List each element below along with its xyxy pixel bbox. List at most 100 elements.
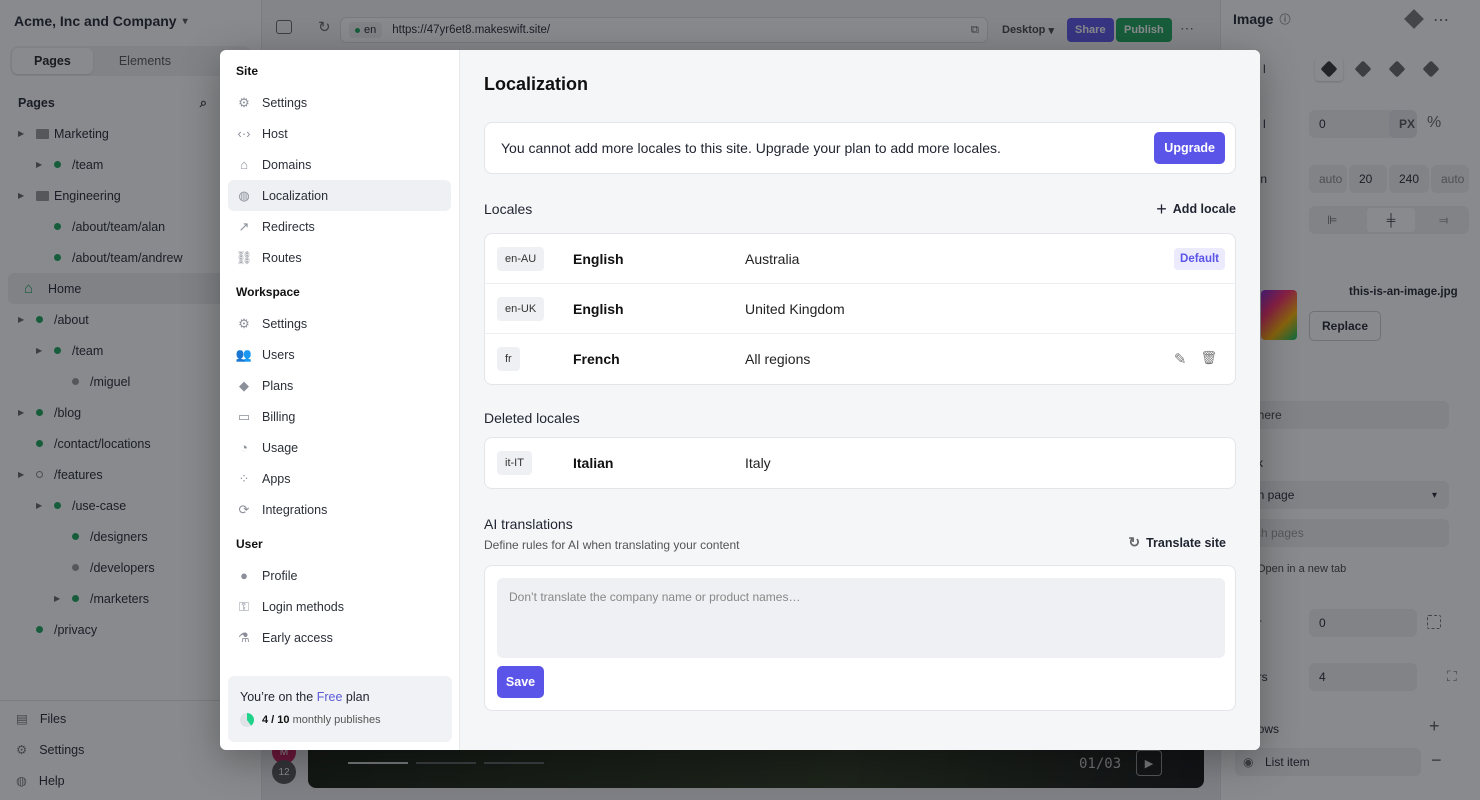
locale-row[interactable]: it-IT Italian Italy	[485, 438, 1235, 488]
nav-item-label: Integrations	[262, 502, 328, 517]
nav-item-localization[interactable]: ◍ Localization	[228, 180, 451, 211]
plan-prefix: You’re on the	[240, 690, 314, 704]
trash-icon[interactable]: 🗑	[1200, 350, 1217, 368]
default-badge: Default	[1174, 247, 1225, 270]
apps-grid-icon: ⁘	[238, 470, 250, 486]
nav-section-workspace: Workspace	[236, 285, 300, 299]
ai-subtitle: Define rules for AI when translating you…	[484, 538, 740, 552]
user-items: ● Profile ⚿ Login methods ⚗ Early access	[228, 560, 451, 653]
app-root: Acme, Inc and Company ▾ Pages Elements D…	[0, 0, 1480, 800]
flask-icon: ⚗	[238, 629, 250, 645]
notice-text: You cannot add more locales to this site…	[501, 140, 1001, 156]
usage-pie-icon	[240, 713, 254, 727]
locale-code: en-AU	[497, 246, 545, 271]
ai-heading: AI translations	[484, 516, 573, 532]
publishes-used: 4 / 10	[262, 714, 290, 726]
nav-item-early-access[interactable]: ⚗ Early access	[228, 622, 451, 653]
page-title: Localization	[484, 74, 589, 94]
nav-item-label: Users	[262, 347, 295, 362]
gear-icon: ⚙	[238, 94, 250, 110]
nav-item-label: Plans	[262, 378, 294, 393]
plan-link[interactable]: Free	[317, 690, 343, 704]
nav-item-integrations[interactable]: ⟳ Integrations	[228, 494, 451, 525]
nav-item-profile[interactable]: ● Profile	[228, 560, 451, 591]
nav-item-plans[interactable]: ◆ Plans	[228, 370, 451, 401]
deleted-locales-heading: Deleted locales	[484, 410, 580, 426]
site-items: ⚙ Settings ‹·› Host ⌂ Domains ◍ Localization ↗ Re…	[228, 87, 451, 273]
plan-suffix: plan	[345, 690, 370, 704]
nav-item-settings[interactable]: ⚙ Settings	[228, 308, 451, 339]
nav-item-label: Domains	[262, 157, 312, 172]
nav-item-label: Settings	[262, 316, 308, 331]
nav-item-label: Routes	[262, 250, 302, 265]
code-icon: ‹·›	[237, 126, 251, 141]
locale-code: it-IT	[497, 451, 532, 475]
ai-rules-textarea[interactable]: Don’t translate the company name or prod…	[497, 578, 1225, 658]
locale-region: Italy	[745, 455, 771, 471]
nav-item-domains[interactable]: ⌂ Domains	[228, 149, 451, 180]
locale-language: Italian	[573, 455, 614, 471]
upgrade-notice: You cannot add more locales to this site…	[484, 122, 1236, 174]
nav-section-user: User	[236, 537, 263, 551]
nav-item-apps[interactable]: ⁘ Apps	[228, 463, 451, 494]
nav-item-label: Early access	[262, 630, 333, 645]
locale-row[interactable]: en-AU English Australia Default	[485, 234, 1235, 284]
gear-icon: ⚙	[238, 315, 250, 331]
nav-item-label: Login methods	[262, 599, 345, 614]
key-icon: ⚿	[239, 598, 249, 614]
users-icon: 👥	[235, 346, 253, 362]
globe-icon: ◍	[238, 187, 250, 203]
sparkle-refresh-icon: ↻	[1128, 534, 1141, 550]
plus-icon: +	[1156, 199, 1167, 219]
workspace-items: ⚙ Settings 👥 Users ◆ Plans ▭ Billing ◔ Usage ⁘ Apps…	[228, 308, 451, 525]
nav-item-login-methods[interactable]: ⚿ Login methods	[228, 591, 451, 622]
nav-item-users[interactable]: 👥 Users	[228, 339, 451, 370]
translate-site-button[interactable]: ↻ Translate site	[1128, 534, 1226, 551]
nav-item-routes[interactable]: ⛓ Routes	[228, 242, 451, 273]
nav-item-label: Host	[262, 126, 288, 141]
house-icon: ⌂	[240, 157, 248, 172]
sync-icon: ⟳	[238, 501, 250, 517]
locale-code: en-UK	[497, 296, 545, 321]
nav-item-label: Profile	[262, 568, 298, 583]
arrow-up-right-icon: ↗	[238, 218, 250, 234]
upgrade-button[interactable]: Upgrade	[1154, 132, 1225, 164]
nav-item-host[interactable]: ‹·› Host	[228, 118, 451, 149]
locale-row[interactable]: fr French All regions ✎ 🗑	[485, 334, 1235, 384]
nav-item-label: Localization	[262, 188, 329, 203]
nav-item-usage[interactable]: ◔ Usage	[228, 432, 451, 463]
plan-card: You’re on the Free plan 4 / 10 monthly p…	[228, 676, 452, 742]
locale-language: English	[573, 250, 624, 267]
nav-item-settings[interactable]: ⚙ Settings	[228, 87, 451, 118]
user-icon: ●	[240, 568, 248, 583]
locale-language: English	[573, 300, 624, 317]
nav-item-label: Redirects	[262, 219, 315, 234]
publishes-line: 4 / 10 monthly publishes	[240, 713, 440, 727]
edit-icon[interactable]: ✎	[1174, 350, 1187, 368]
locale-region: United Kingdom	[745, 300, 845, 317]
locale-row[interactable]: en-UK English United Kingdom	[485, 284, 1235, 334]
add-locale-button[interactable]: + Add locale	[1156, 200, 1236, 218]
add-locale-label: Add locale	[1172, 202, 1236, 216]
locale-code: fr	[497, 347, 520, 371]
publishes-label: monthly publishes	[292, 714, 381, 726]
locales-list: en-AU English Australia Default en-UK English…	[484, 233, 1236, 385]
credit-card-icon: ▭	[237, 408, 251, 424]
nav-item-label: Settings	[262, 95, 308, 110]
locales-heading: Locales	[484, 201, 533, 217]
link-icon: ⛓	[235, 249, 253, 265]
nav-item-billing[interactable]: ▭ Billing	[228, 401, 451, 432]
nav-item-redirects[interactable]: ↗ Redirects	[228, 211, 451, 242]
deleted-locales-list: it-IT Italian Italy	[484, 437, 1236, 489]
nav-section-site: Site	[236, 64, 259, 78]
nav-item-label: Usage	[262, 440, 299, 455]
nav-item-label: Billing	[262, 409, 296, 424]
row-actions: ✎ 🗑	[1174, 350, 1217, 368]
settings-modal: Site ⚙ Settings ‹·› Host ⌂ Domains ◍ Localizati…	[220, 50, 1260, 750]
localization-panel: Localization You cannot add more locales…	[460, 50, 1260, 750]
save-button[interactable]: Save	[497, 666, 544, 698]
gauge-icon: ◔	[240, 440, 248, 455]
locale-region: All regions	[745, 351, 811, 367]
settings-nav: Site ⚙ Settings ‹·› Host ⌂ Domains ◍ Localizati…	[220, 50, 460, 750]
translate-site-label: Translate site	[1146, 535, 1226, 550]
